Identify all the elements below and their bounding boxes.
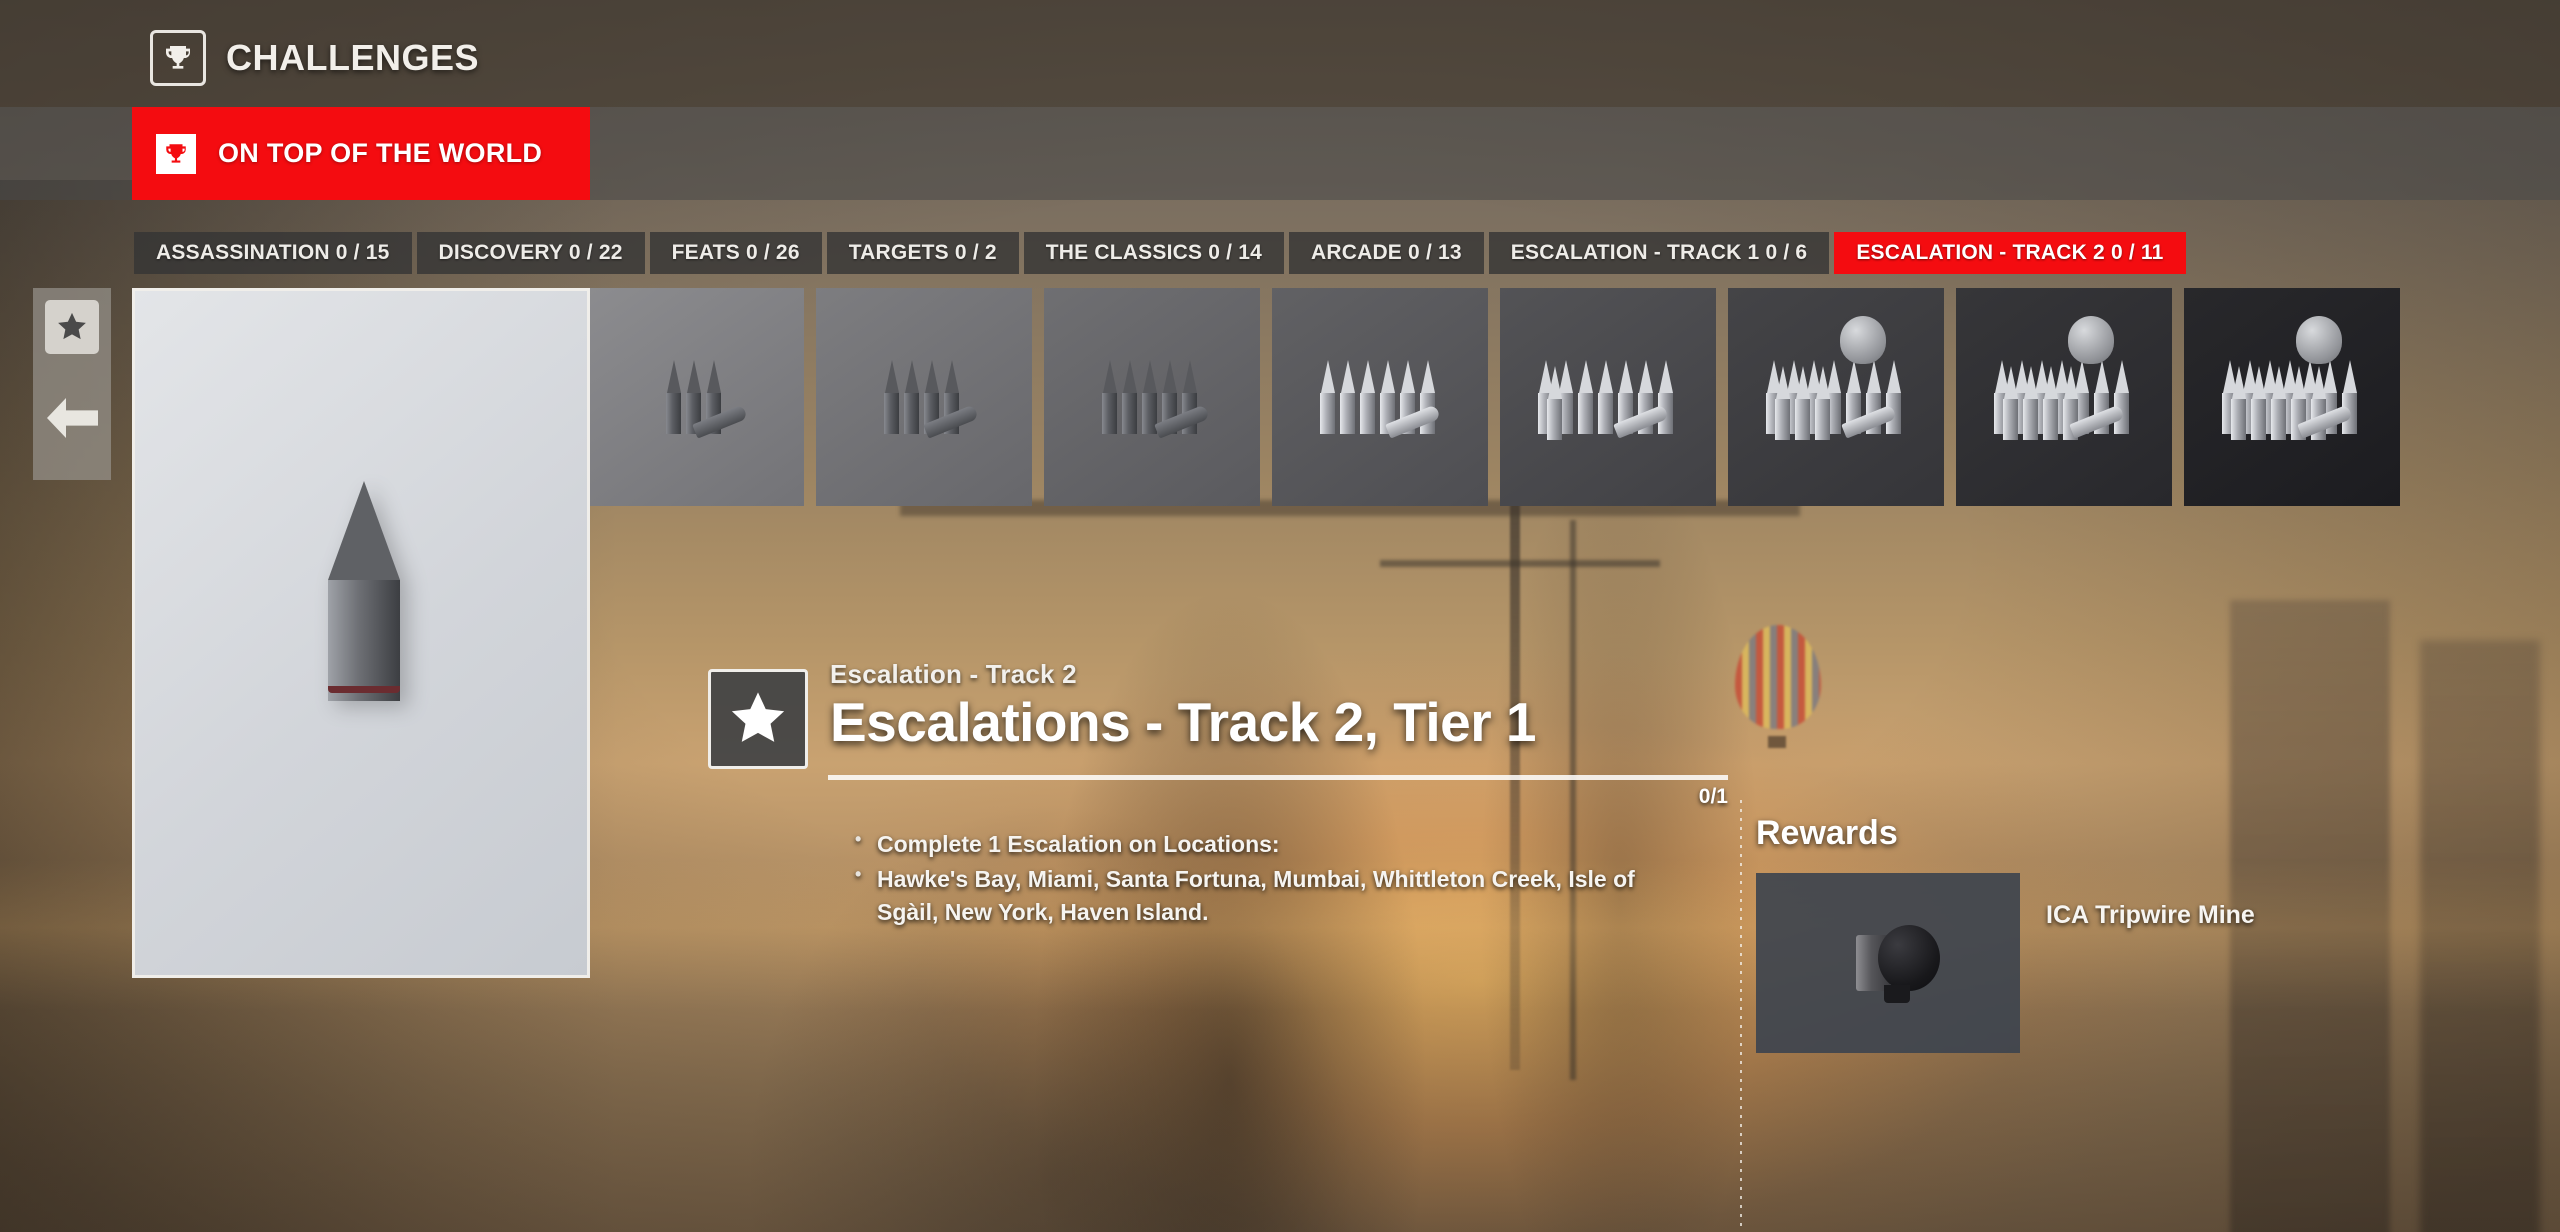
trophy-icon <box>156 133 196 174</box>
bullet-shape <box>2271 366 2286 440</box>
tab-discovery[interactable]: DISCOVERY 0 / 22 <box>416 232 645 274</box>
bullet-shape <box>2231 366 2246 440</box>
mine-disc-shape <box>1878 925 1940 991</box>
tab-arcade[interactable]: ARCADE 0 / 13 <box>1288 232 1484 274</box>
mine-foot-shape <box>1884 985 1910 1003</box>
bullet-shape <box>1360 360 1375 434</box>
header-content: CHALLENGES <box>150 30 479 86</box>
tripwire-mine-icon <box>1756 873 2020 1053</box>
bullet-shape <box>1578 360 1593 434</box>
challenge-title: Escalations - Track 2, Tier 1 <box>830 691 1536 753</box>
challenges-screen: CHALLENGES ON TOP OF THE WORLD ASSASSINA… <box>0 0 2560 1232</box>
challenge-thumb-tier-6[interactable] <box>1272 288 1488 506</box>
challenge-progress: 0/1 <box>828 775 1728 809</box>
tab-feats[interactable]: FEATS 0 / 26 <box>649 232 822 274</box>
bullet-shape <box>1142 360 1157 434</box>
tab-the-classics[interactable]: THE CLASSICS 0 / 14 <box>1023 232 1284 274</box>
bullet-shape <box>1122 360 1137 434</box>
challenge-thumb-tier-10[interactable] <box>2184 288 2400 506</box>
bullet-shape <box>2003 366 2018 440</box>
figure-head-shape <box>1840 316 1886 364</box>
bullet-shape <box>1658 360 1673 434</box>
rewards-heading: Rewards <box>1756 814 1898 852</box>
progress-count: 0/1 <box>1698 785 1728 808</box>
tab-targets[interactable]: TARGETS 0 / 2 <box>826 232 1019 274</box>
bullet-shape <box>2023 366 2038 440</box>
objective-item: Complete 1 Escalation on Locations: <box>855 827 1695 861</box>
reward-label: ICA Tripwire Mine <box>2046 901 2255 929</box>
bullet-shape <box>1795 366 1810 440</box>
back-button[interactable] <box>44 396 100 445</box>
challenge-objectives: Complete 1 Escalation on Locations:Hawke… <box>855 827 1695 931</box>
tab-escalation-track-2[interactable]: ESCALATION - TRACK 2 0 / 11 <box>1834 232 2186 274</box>
category-tab-bar: ASSASSINATION 0 / 15 DISCOVERY 0 / 22 FEAT… <box>134 232 2186 274</box>
challenge-thumb-tier-7[interactable] <box>1500 288 1716 506</box>
star-icon <box>708 669 808 769</box>
bullet-shape <box>1775 366 1790 440</box>
challenge-detail-header: Escalation - Track 2 Escalations - Track… <box>708 655 1718 769</box>
challenge-detail: Escalation - Track 2 Escalations - Track… <box>708 655 1718 769</box>
challenge-thumb-tier-3[interactable] <box>588 288 804 506</box>
bullet-shape <box>1547 366 1562 440</box>
bullet-shape <box>2251 366 2266 440</box>
bullet-shape <box>666 360 681 434</box>
progress-bar-track <box>828 775 1728 780</box>
selected-tier-artwork[interactable] <box>132 288 590 978</box>
objective-item: Hawke's Bay, Miami, Santa Fortuna, Mumba… <box>855 862 1695 929</box>
bullet-shape <box>1320 360 1335 434</box>
page-title: CHALLENGES <box>226 37 480 78</box>
figure-head-shape <box>2296 316 2342 364</box>
bullet-shape <box>1102 360 1117 434</box>
section-divider <box>1740 800 1742 1232</box>
challenge-thumb-tier-5[interactable] <box>1044 288 1260 506</box>
bullet-shape <box>2043 366 2058 440</box>
challenge-thumb-tier-8[interactable] <box>1728 288 1944 506</box>
bullet-shape <box>1598 360 1613 434</box>
bullet-shape <box>1815 366 1830 440</box>
challenge-group-label: ON TOP OF THE WORLD <box>218 138 543 168</box>
bullet-shape <box>884 360 899 434</box>
challenge-thumb-tier-9[interactable] <box>1956 288 2172 506</box>
figure-head-shape <box>2068 316 2114 364</box>
bullet-shape <box>2114 360 2129 434</box>
bullet-shape <box>904 360 919 434</box>
trophy-icon <box>150 30 206 86</box>
bullet-rim <box>328 686 400 693</box>
bullet-shape <box>2342 360 2357 434</box>
challenge-group-banner[interactable]: ON TOP OF THE WORLD <box>132 107 590 200</box>
bullet-shape <box>1340 360 1355 434</box>
tab-escalation-track-1[interactable]: ESCALATION - TRACK 1 0 / 6 <box>1488 232 1830 274</box>
bullet-shape <box>328 481 400 701</box>
challenge-category-label: Escalation - Track 2 <box>830 659 1077 689</box>
left-rail <box>33 288 111 480</box>
challenge-detail-text: Escalation - Track 2 Escalations - Track… <box>830 655 1536 754</box>
challenge-thumb-tier-4[interactable] <box>816 288 1032 506</box>
favorite-star-icon[interactable] <box>45 300 99 354</box>
tab-assassination[interactable]: ASSASSINATION 0 / 15 <box>134 232 412 274</box>
bullet-shape <box>1886 360 1901 434</box>
rewards-section: Rewards ICA Tripwire Mine <box>1756 814 2255 1053</box>
reward-item[interactable]: ICA Tripwire Mine <box>1756 873 2255 1053</box>
